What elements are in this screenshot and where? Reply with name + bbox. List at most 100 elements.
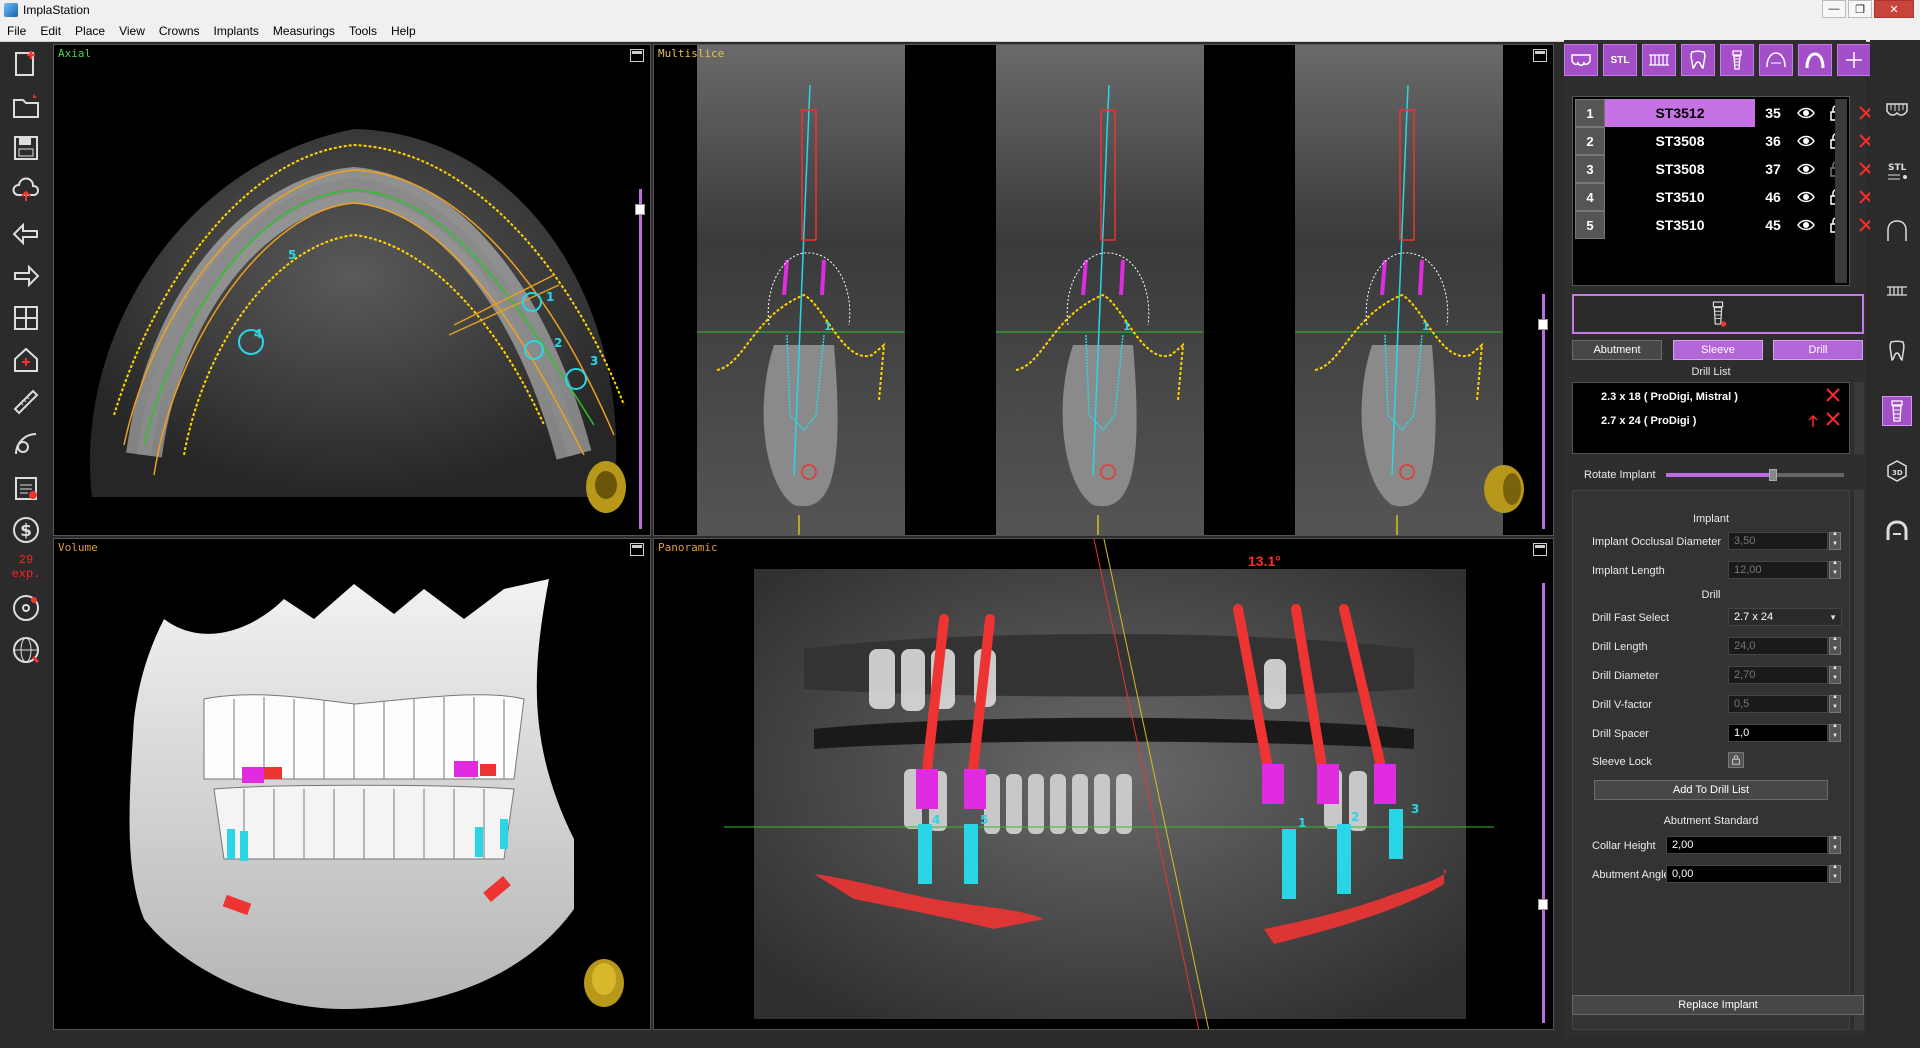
abutment-angle-spinner[interactable] — [1829, 864, 1841, 883]
visibility-eye-icon[interactable] — [1791, 127, 1821, 155]
cloud-upload-icon[interactable] — [9, 173, 43, 207]
drill-length-field[interactable]: 24,0 — [1728, 637, 1828, 655]
web-globe-icon[interactable] — [9, 633, 43, 667]
drill-vfactor-field[interactable]: 0,5 — [1728, 695, 1828, 713]
replace-implant-button[interactable]: Replace Implant — [1572, 995, 1864, 1015]
visibility-eye-icon[interactable] — [1791, 99, 1821, 127]
panoramic-slice-slider[interactable] — [1538, 563, 1548, 1023]
tab-drill[interactable]: Drill — [1773, 340, 1863, 360]
save-icon[interactable] — [9, 131, 43, 165]
home-view-icon[interactable] — [9, 343, 43, 377]
drill-diameter-spinner[interactable] — [1829, 665, 1841, 684]
implant-code[interactable]: ST3508 — [1605, 155, 1755, 183]
menu-tools[interactable]: Tools — [342, 24, 384, 38]
menu-place[interactable]: Place — [68, 24, 112, 38]
angle-measure-icon[interactable] — [9, 427, 43, 461]
add-to-drill-list-button[interactable]: Add To Drill List — [1594, 780, 1828, 800]
abutment-angle-field[interactable]: 0,00 — [1666, 865, 1828, 883]
denture-icon[interactable] — [1882, 94, 1912, 124]
right-toolbar: STL 3D — [1870, 40, 1920, 1040]
visibility-eye-icon[interactable] — [1791, 211, 1821, 239]
arch-guide-icon[interactable] — [1759, 44, 1793, 76]
drill-vfactor-spinner[interactable] — [1829, 694, 1841, 713]
panoramic-maximize-button[interactable] — [1533, 543, 1547, 556]
move-up-arrow-icon[interactable] — [1807, 413, 1819, 429]
crown-icon[interactable] — [1564, 44, 1598, 76]
rotate-implant-slider[interactable] — [1666, 469, 1844, 481]
volume-maximize-button[interactable] — [630, 543, 644, 556]
implant-list-scrollbar[interactable] — [1835, 99, 1847, 283]
axial-maximize-button[interactable] — [630, 49, 644, 62]
delete-x-icon[interactable] — [1825, 411, 1841, 427]
implant-length-spinner[interactable] — [1829, 560, 1841, 579]
panoramic-viewport[interactable]: 4 5 1 2 3 Panoramic 13.1° — [653, 538, 1554, 1030]
tooth-icon[interactable] — [1681, 44, 1715, 76]
disc-export-icon[interactable] — [9, 591, 43, 625]
multislice-slice-slider[interactable] — [1538, 69, 1548, 529]
implant-icon[interactable] — [1882, 396, 1912, 426]
menu-measurings[interactable]: Measurings — [266, 24, 342, 38]
tooth-outline-icon[interactable] — [1882, 336, 1912, 366]
layout-grid-icon[interactable] — [9, 301, 43, 335]
occlusal-diameter-field[interactable]: 3,50 — [1728, 532, 1828, 550]
dollar-icon[interactable]: $ — [9, 513, 43, 547]
maximize-button[interactable]: ❐ — [1848, 0, 1872, 18]
implant-preview-box[interactable] — [1572, 294, 1864, 334]
stl-icon[interactable]: STL — [1603, 44, 1637, 76]
multislice-viewport[interactable]: 1 1 1 Multislice — [653, 44, 1554, 536]
minimize-button[interactable]: — — [1822, 0, 1846, 18]
ruler-icon[interactable] — [9, 385, 43, 419]
arch-icon[interactable] — [1798, 44, 1832, 76]
drill-length-spinner[interactable] — [1829, 636, 1841, 655]
visibility-eye-icon[interactable] — [1791, 155, 1821, 183]
tab-sleeve[interactable]: Sleeve — [1673, 340, 1763, 360]
rotate-implant-handle[interactable] — [1768, 469, 1777, 481]
drill-spacer-spinner[interactable] — [1829, 723, 1841, 742]
drill-list-scrollbar[interactable] — [1854, 382, 1864, 454]
open-folder-icon[interactable] — [9, 89, 43, 123]
visibility-eye-icon[interactable] — [1791, 183, 1821, 211]
menu-implants[interactable]: Implants — [207, 24, 266, 38]
drill-list-item[interactable]: 2.7 x 24 ( ProDigi ) — [1601, 415, 1696, 427]
drill-list: 2.3 x 18 ( ProDigi, Mistral ) 2.7 x 24 (… — [1572, 382, 1850, 454]
tab-abutment[interactable]: Abutment — [1572, 340, 1662, 360]
undo-arrow-icon[interactable] — [9, 217, 43, 251]
occlusal-diameter-spinner[interactable] — [1829, 531, 1841, 550]
menu-file[interactable]: File — [0, 24, 33, 38]
nerve-icon[interactable] — [1882, 216, 1912, 246]
report-clipboard-icon[interactable] — [9, 471, 43, 505]
implant-code[interactable]: ST3510 — [1605, 183, 1755, 211]
menu-crowns[interactable]: Crowns — [152, 24, 207, 38]
new-case-icon[interactable] — [9, 47, 43, 81]
cube-3d-icon[interactable]: 3D — [1882, 456, 1912, 486]
sleeve-guide-icon[interactable] — [1882, 516, 1912, 546]
implant-code[interactable]: ST3512 — [1605, 99, 1755, 127]
volume-viewport[interactable]: Volume — [53, 538, 651, 1030]
collar-height-spinner[interactable] — [1829, 835, 1841, 854]
delete-x-icon[interactable] — [1825, 387, 1841, 403]
implant-icon[interactable] — [1720, 44, 1754, 76]
menu-help[interactable]: Help — [384, 24, 423, 38]
implant-code[interactable]: ST3508 — [1605, 127, 1755, 155]
close-button[interactable]: ✕ — [1874, 0, 1914, 18]
drill-list-item[interactable]: 2.3 x 18 ( ProDigi, Mistral ) — [1601, 391, 1738, 403]
plus-icon[interactable] — [1837, 44, 1871, 76]
implant-length-field[interactable]: 12,00 — [1728, 561, 1828, 579]
collar-height-field[interactable]: 2,00 — [1666, 836, 1828, 854]
stl-settings-icon[interactable]: STL — [1882, 156, 1912, 186]
menu-view[interactable]: View — [112, 24, 152, 38]
redo-arrow-icon[interactable] — [9, 259, 43, 293]
axial-viewport[interactable]: 4 5 1 2 3 Axial — [53, 44, 651, 536]
teeth-row-icon[interactable] — [1642, 44, 1676, 76]
svg-text:3: 3 — [1411, 802, 1419, 816]
drill-spacer-field[interactable]: 1,0 — [1728, 724, 1828, 742]
teeth-set-icon[interactable] — [1882, 276, 1912, 306]
implant-code[interactable]: ST3510 — [1605, 211, 1755, 239]
properties-scrollbar[interactable] — [1854, 490, 1864, 1030]
drill-diameter-field[interactable]: 2,70 — [1728, 666, 1828, 684]
axial-slice-slider[interactable] — [635, 69, 645, 529]
sleeve-lock-icon[interactable] — [1728, 752, 1744, 768]
multislice-maximize-button[interactable] — [1533, 49, 1547, 62]
drill-fast-select-dropdown[interactable]: 2.7 x 24 ▼ — [1728, 608, 1842, 626]
menu-edit[interactable]: Edit — [33, 24, 68, 38]
